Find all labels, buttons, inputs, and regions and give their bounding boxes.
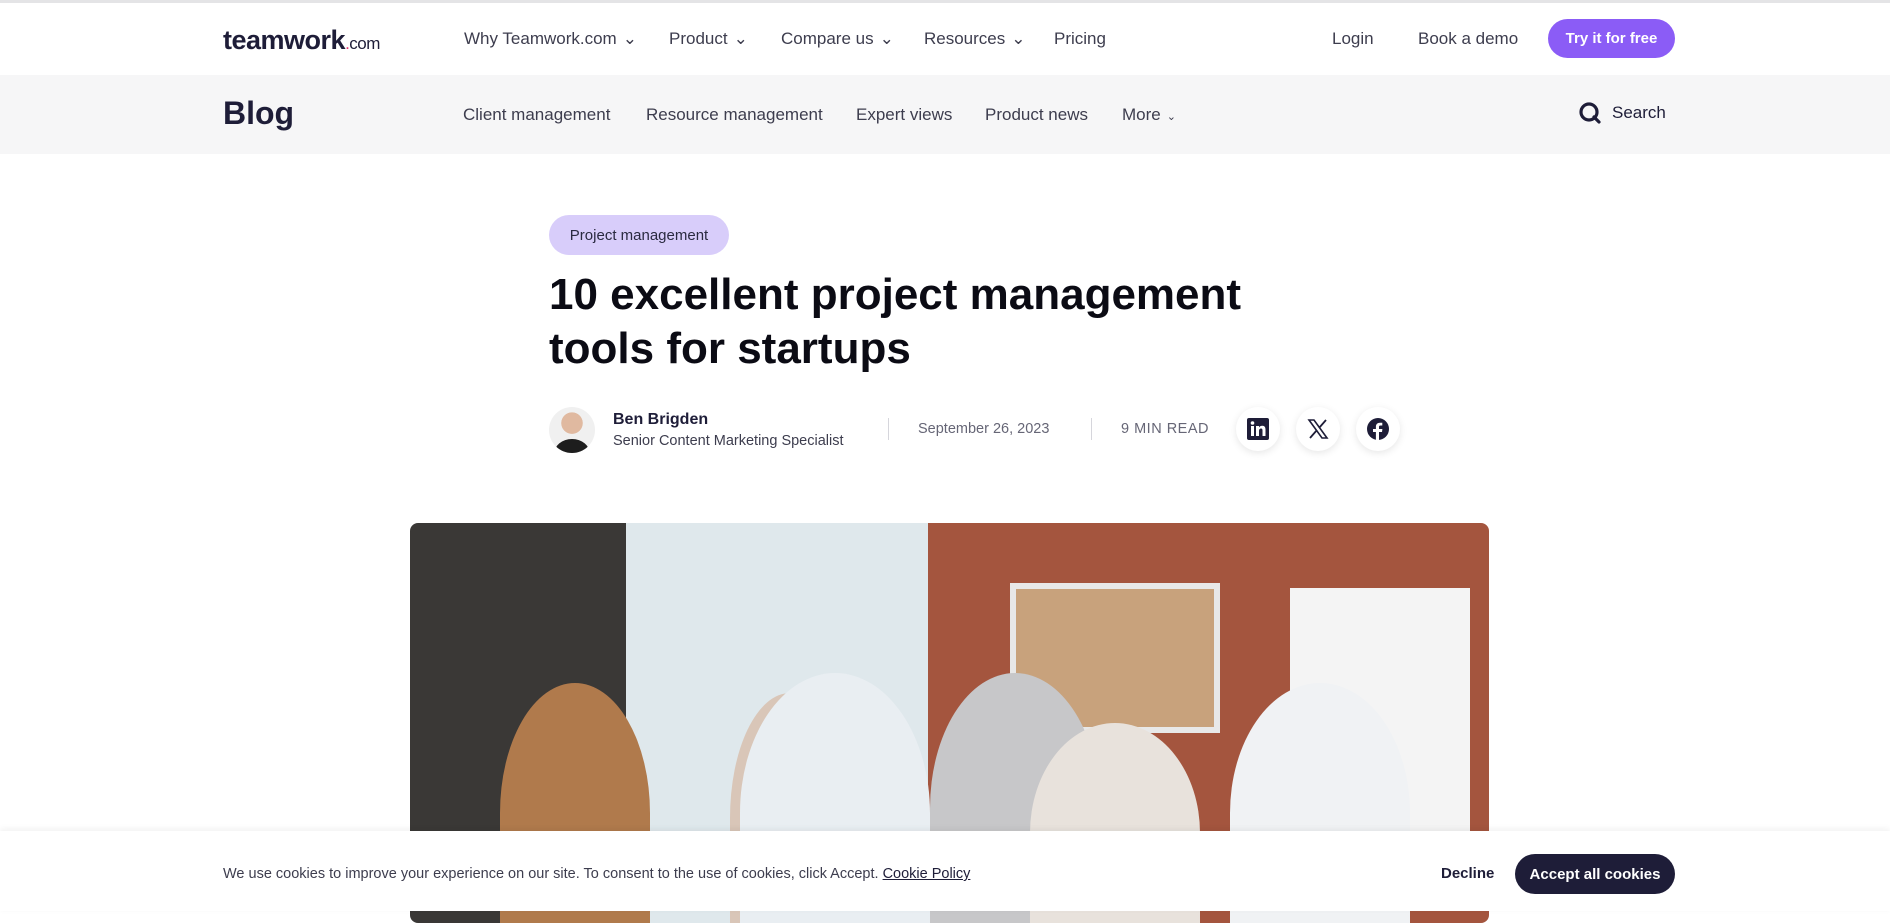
linkedin-icon	[1247, 418, 1269, 440]
nav-resources[interactable]: Resources ⌄	[924, 29, 1026, 49]
nav-label: Product	[669, 29, 728, 48]
read-time: 9 MIN READ	[1121, 421, 1209, 437]
nav-label: Resources	[924, 29, 1006, 48]
cookie-message: We use cookies to improve your experienc…	[223, 866, 879, 882]
nav-why-teamwork[interactable]: Why Teamwork.com ⌄	[464, 29, 637, 49]
accept-cookies-button[interactable]: Accept all cookies	[1515, 854, 1675, 894]
search-icon	[1579, 102, 1601, 124]
blog-bar: Blog Client management Resource manageme…	[0, 75, 1890, 154]
cookie-policy-link[interactable]: Cookie Policy	[883, 866, 971, 882]
category-pill[interactable]: Project management	[549, 215, 729, 255]
blog-link-expert[interactable]: Expert views	[856, 105, 952, 125]
login-link[interactable]: Login	[1332, 29, 1374, 49]
author-role: Senior Content Marketing Specialist	[613, 433, 844, 449]
nav-pricing[interactable]: Pricing	[1054, 29, 1106, 49]
cookie-banner: We use cookies to improve your experienc…	[0, 831, 1890, 911]
author-name[interactable]: Ben Brigden	[613, 411, 708, 429]
nav-product[interactable]: Product ⌄	[669, 29, 748, 49]
blog-title[interactable]: Blog	[223, 95, 294, 132]
chevron-down-icon: ⌄	[622, 29, 637, 48]
divider	[888, 418, 889, 440]
chevron-down-icon: ⌄	[1011, 29, 1026, 48]
article-title: 10 excellent project management tools fo…	[549, 270, 1242, 373]
decline-button[interactable]: Decline	[1441, 865, 1494, 882]
blog-link-resource[interactable]: Resource management	[646, 105, 823, 125]
teamwork-logo[interactable]: teamwork.com	[223, 25, 380, 56]
chevron-down-icon: ⌄	[879, 29, 894, 48]
blog-link-product-news[interactable]: Product news	[985, 105, 1088, 125]
blog-link-more[interactable]: More ⌄	[1122, 105, 1176, 125]
search-label: Search	[1612, 103, 1666, 122]
more-label: More	[1122, 105, 1161, 124]
facebook-icon	[1367, 418, 1389, 440]
share-facebook-button[interactable]	[1356, 407, 1400, 451]
share-x-button[interactable]	[1296, 407, 1340, 451]
blog-link-client[interactable]: Client management	[463, 105, 610, 125]
divider	[1091, 418, 1092, 440]
nav-label: Why Teamwork.com	[464, 29, 617, 48]
publish-date: September 26, 2023	[918, 421, 1050, 437]
try-free-button[interactable]: Try it for free	[1548, 19, 1675, 58]
x-icon	[1307, 419, 1329, 439]
chevron-down-icon: ⌄	[733, 29, 748, 48]
book-demo-link[interactable]: Book a demo	[1418, 29, 1518, 49]
author-avatar[interactable]	[549, 407, 595, 453]
chevron-down-icon: ⌄	[1166, 111, 1176, 123]
logo-text: teamwork	[223, 25, 346, 55]
search-button[interactable]: Search	[1578, 101, 1666, 125]
cookie-text: We use cookies to improve your experienc…	[223, 866, 970, 882]
share-linkedin-button[interactable]	[1236, 407, 1280, 451]
nav-label: Compare us	[781, 29, 874, 48]
site-header: teamwork.com Why Teamwork.com ⌄ Product ⌄ …	[0, 3, 1890, 75]
logo-suffix: .com	[345, 34, 380, 53]
nav-compare[interactable]: Compare us ⌄	[781, 29, 894, 49]
